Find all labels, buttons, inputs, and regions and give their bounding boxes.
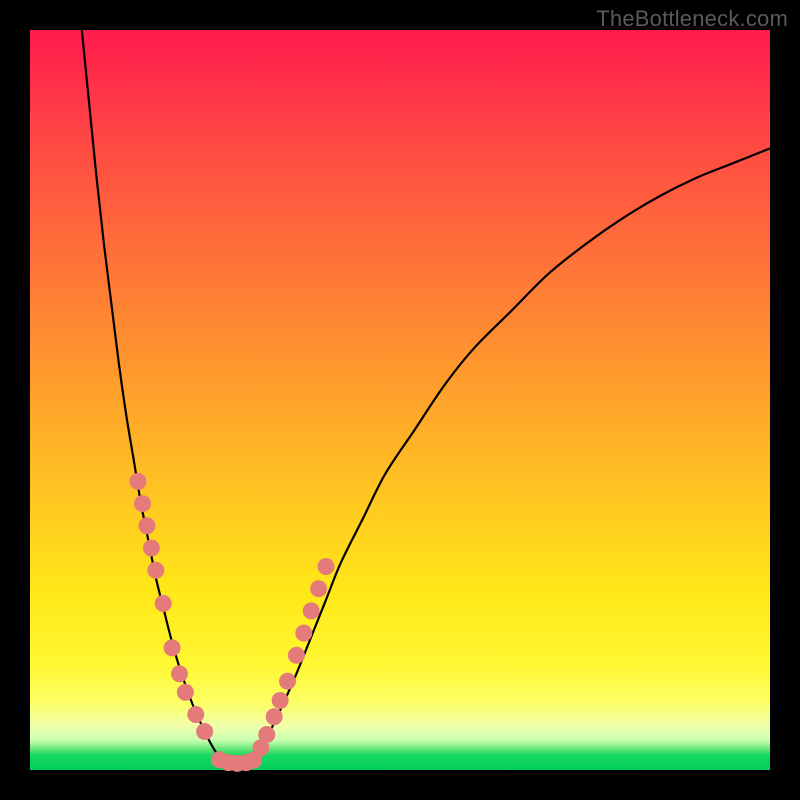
marker-dot (171, 665, 188, 682)
marker-dot (130, 473, 147, 490)
marker-dot (288, 647, 305, 664)
curve-group (82, 30, 770, 761)
marker-dot (303, 602, 320, 619)
marker-dot (147, 562, 164, 579)
marker-dot (196, 723, 213, 740)
marker-dot (258, 726, 275, 743)
marker-dot (310, 580, 327, 597)
marker-dot (187, 706, 204, 723)
marker-dot (318, 558, 335, 575)
marker-dot (272, 692, 289, 709)
right-curve (252, 148, 770, 761)
marker-dot (279, 673, 296, 690)
marker-dots (130, 473, 335, 772)
plot-area (30, 30, 770, 770)
curve-layer (30, 30, 770, 770)
marker-dot (266, 708, 283, 725)
marker-dot (245, 752, 262, 769)
chart-frame: TheBottleneck.com (0, 0, 800, 800)
watermark-text: TheBottleneck.com (596, 6, 788, 32)
left-curve (82, 30, 223, 761)
marker-dot (138, 517, 155, 534)
marker-dot (164, 639, 181, 656)
marker-dot (134, 495, 151, 512)
marker-dot (177, 684, 194, 701)
marker-dot (143, 540, 160, 557)
marker-dot (155, 595, 172, 612)
marker-dot (295, 625, 312, 642)
